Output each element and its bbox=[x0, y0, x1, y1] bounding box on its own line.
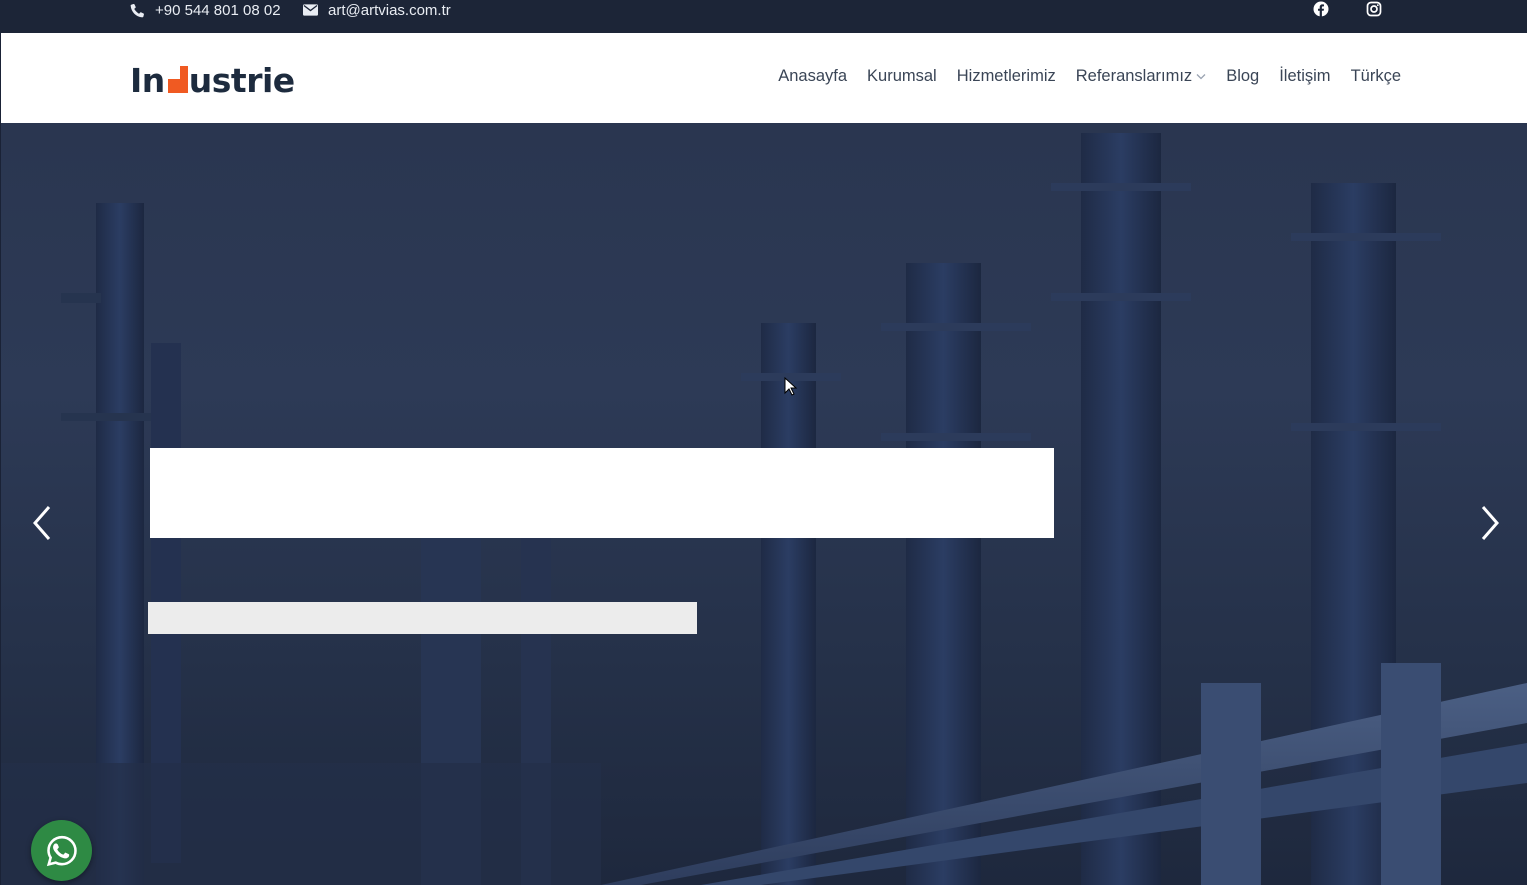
whatsapp-icon bbox=[46, 835, 77, 866]
chevron-left-icon[interactable] bbox=[27, 503, 57, 543]
nav-item-language[interactable]: Türkçe bbox=[1351, 67, 1401, 86]
nav-item-hizmetlerimiz[interactable]: Hizmetlerimiz bbox=[957, 67, 1056, 86]
facebook-icon[interactable] bbox=[1313, 1, 1329, 17]
chevron-right-icon[interactable] bbox=[1475, 503, 1505, 543]
nav-item-referanslarimiz-label: Referanslarımız bbox=[1075, 67, 1193, 85]
whatsapp-button[interactable] bbox=[31, 820, 92, 881]
slide-subtitle-block bbox=[148, 602, 697, 634]
instagram-icon[interactable] bbox=[1366, 1, 1382, 17]
phone-icon bbox=[130, 3, 144, 17]
envelope-icon bbox=[303, 4, 318, 16]
site-logo[interactable]: In ustrie bbox=[130, 60, 295, 100]
email-address: art@artvias.com.tr bbox=[328, 1, 451, 19]
phone-contact[interactable]: +90 544 801 08 02 bbox=[130, 0, 281, 20]
chevron-down-icon bbox=[1196, 74, 1206, 80]
phone-number: +90 544 801 08 02 bbox=[155, 1, 281, 19]
site-header: In ustrie Anasayfa Kurumsal Hizmetlerimi… bbox=[1, 33, 1527, 123]
main-nav: Anasayfa Kurumsal Hizmetlerimiz Referans… bbox=[778, 67, 1401, 86]
logo-text-right: ustrie bbox=[188, 60, 295, 100]
slide-title-block bbox=[150, 448, 1054, 538]
logo-factory-mark bbox=[166, 65, 188, 95]
mouse-pointer-icon bbox=[784, 377, 798, 396]
nav-item-iletisim[interactable]: İletişim bbox=[1279, 67, 1330, 86]
email-contact[interactable]: art@artvias.com.tr bbox=[303, 0, 451, 20]
nav-item-referanslarimiz[interactable]: Referanslarımız bbox=[1076, 67, 1206, 86]
hero-slider bbox=[1, 123, 1527, 885]
nav-item-kurumsal[interactable]: Kurumsal bbox=[867, 67, 937, 86]
nav-item-blog[interactable]: Blog bbox=[1226, 67, 1259, 86]
top-bar: +90 544 801 08 02 art@artvias.com.tr bbox=[0, 0, 1527, 33]
nav-item-anasayfa[interactable]: Anasayfa bbox=[778, 67, 847, 86]
logo-text-left: In bbox=[130, 60, 165, 100]
